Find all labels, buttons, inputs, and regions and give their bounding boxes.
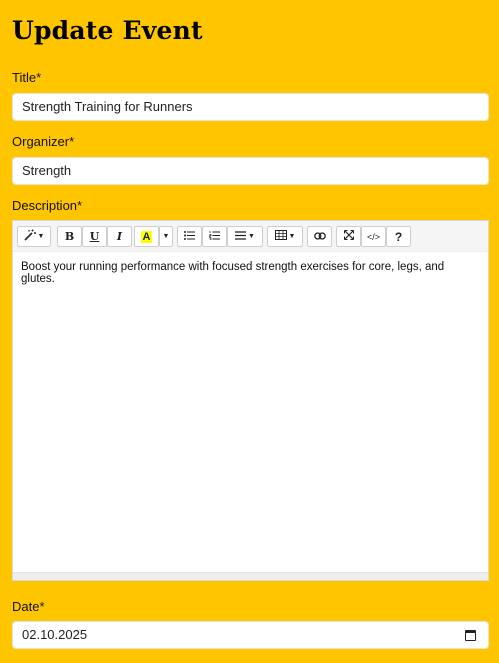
table-icon <box>274 230 287 243</box>
code-view-icon: </> <box>366 231 380 242</box>
table-button[interactable]: ▼ <box>267 226 303 247</box>
highlight-button[interactable]: A <box>134 226 159 247</box>
chevron-down-icon: ▼ <box>162 233 170 240</box>
align-icon <box>235 230 247 243</box>
fullscreen-button[interactable] <box>336 226 361 247</box>
underline-button[interactable]: U <box>82 226 107 247</box>
title-input[interactable]: Strength Training for Runners <box>12 93 489 121</box>
fullscreen-icon <box>343 230 354 243</box>
bold-button[interactable]: B <box>57 226 82 247</box>
organizer-input[interactable]: Strength <box>12 157 489 185</box>
editor-content[interactable]: Boost your running performance with focu… <box>13 252 488 294</box>
editor-resize-bar[interactable] <box>13 572 488 580</box>
date-label: Date* <box>12 599 45 614</box>
chevron-down-icon: ▼ <box>248 233 255 240</box>
link-icon <box>313 231 326 243</box>
highlight-dropdown-button[interactable]: ▼ <box>159 226 173 247</box>
help-icon: ? <box>394 229 403 244</box>
italic-button[interactable]: I <box>107 226 132 247</box>
magic-icon <box>23 229 36 244</box>
bullet-list-icon <box>184 230 195 243</box>
bold-icon: B <box>64 230 75 243</box>
page-title: Update Event <box>12 16 203 45</box>
description-label: Description* <box>12 198 83 213</box>
align-button[interactable]: ▼ <box>227 226 263 247</box>
help-button[interactable]: ? <box>386 226 411 247</box>
organizer-label: Organizer* <box>12 134 75 149</box>
date-input[interactable]: 02.10.2025 <box>12 621 489 649</box>
bullet-list-button[interactable] <box>177 226 202 247</box>
calendar-icon[interactable] <box>465 630 476 641</box>
underline-icon: U <box>89 230 100 243</box>
title-label: Title* <box>12 70 42 85</box>
code-view-button[interactable]: </> <box>361 226 386 247</box>
description-editor[interactable]: ▼ B U I A ▼ ▼ ▼ </> ? Boost your running… <box>12 220 489 581</box>
numbered-list-icon <box>209 230 220 243</box>
italic-icon: I <box>116 230 123 243</box>
style-button[interactable]: ▼ <box>17 226 51 247</box>
editor-toolbar: ▼ B U I A ▼ ▼ ▼ </> ? <box>13 221 488 252</box>
date-value: 02.10.2025 <box>22 627 88 642</box>
link-button[interactable] <box>307 226 332 247</box>
update-event-page: Update Event Title* Strength Training fo… <box>0 0 499 663</box>
highlight-icon: A <box>140 230 153 243</box>
numbered-list-button[interactable] <box>202 226 227 247</box>
chevron-down-icon: ▼ <box>288 233 296 240</box>
chevron-down-icon: ▼ <box>37 233 45 240</box>
